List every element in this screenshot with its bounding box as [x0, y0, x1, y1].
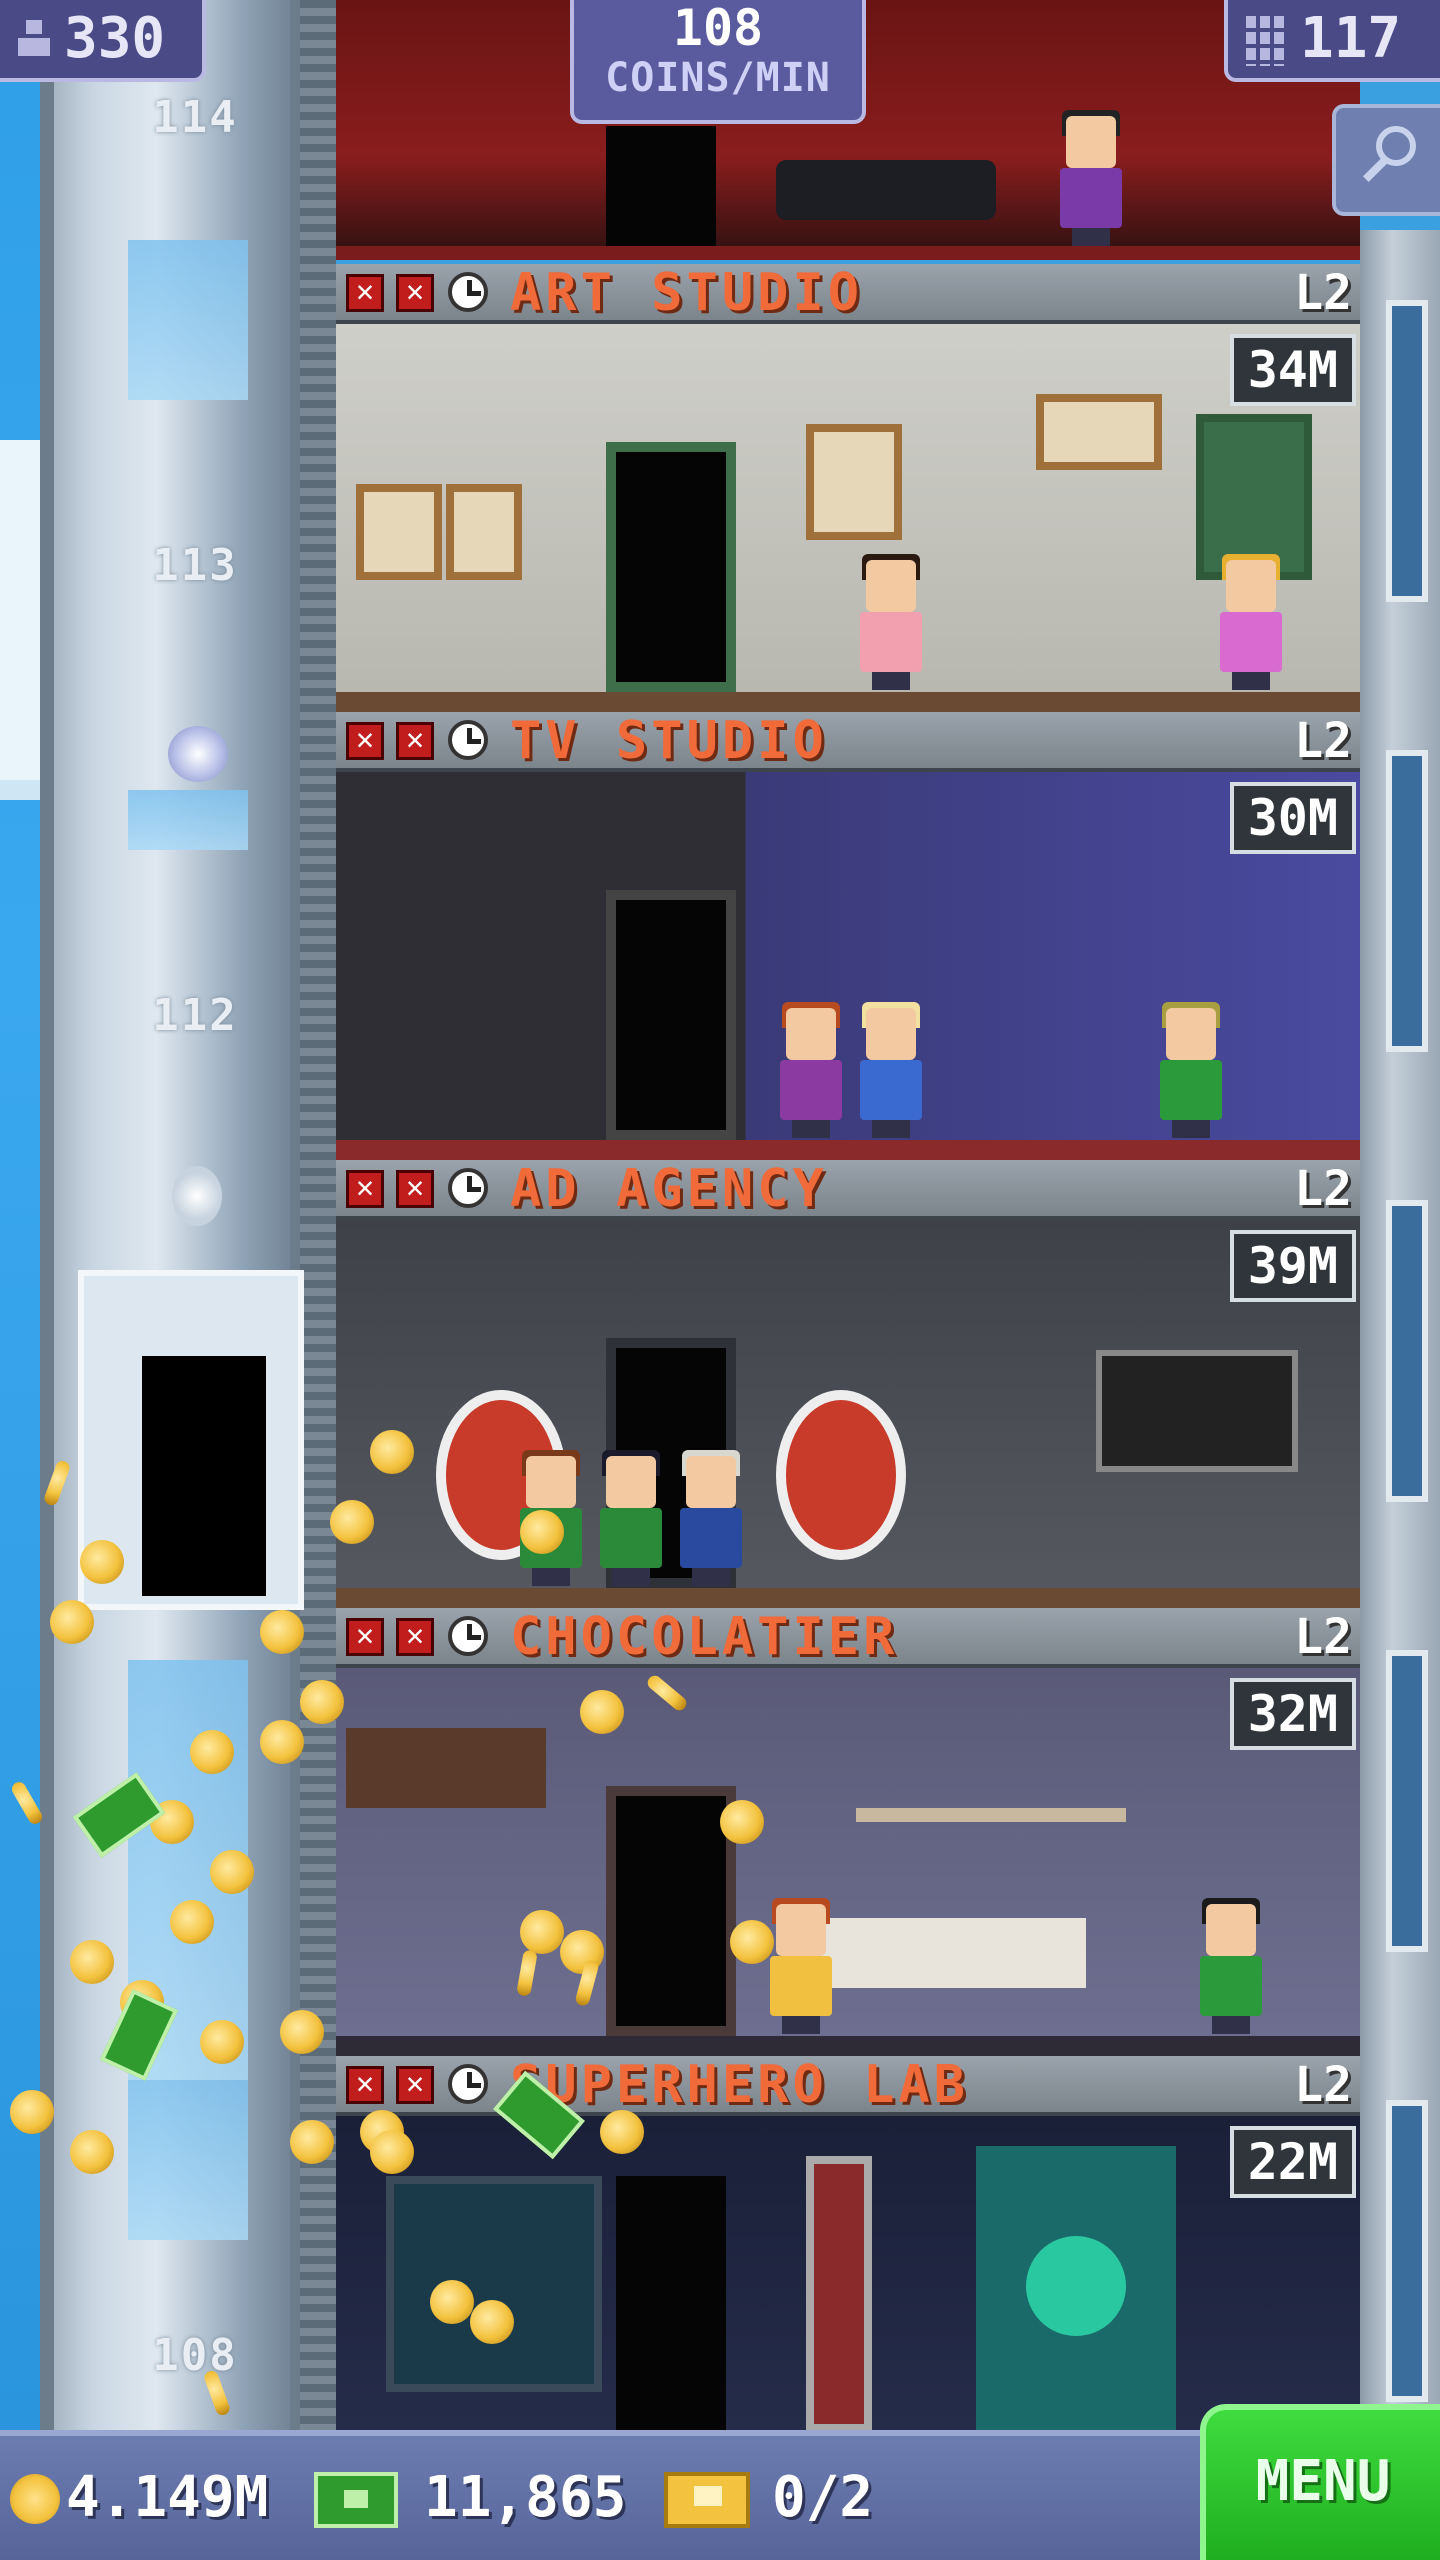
- stock-x-icon: ✕: [396, 1170, 434, 1208]
- floor-header: ✕ ✕ CHOCOLATIER L2: [336, 1608, 1360, 1668]
- stock-x-icon: ✕: [346, 1170, 384, 1208]
- floor-ad-agency[interactable]: ✕ ✕ AD AGENCY L2 39M: [336, 1160, 1360, 1608]
- floor-superhero-lab[interactable]: ✕ ✕ SUPERHERO LAB L2 22M: [336, 2056, 1360, 2430]
- floor-level: L2: [1294, 1161, 1352, 1217]
- coin-icon: [10, 2474, 60, 2524]
- stock-x-icon: ✕: [346, 1618, 384, 1656]
- floor-name: AD AGENCY: [510, 1160, 828, 1219]
- floor-number: 108: [152, 2330, 238, 2381]
- building-edge: [1360, 230, 1440, 2430]
- stock-x-icon: ✕: [396, 2066, 434, 2104]
- ticket-icon: [664, 2472, 750, 2528]
- floors-count-value: 117: [1300, 6, 1402, 71]
- floor-level: L2: [1294, 265, 1352, 321]
- bux-value: 11,865: [424, 2465, 627, 2530]
- stock-x-icon: ✕: [346, 274, 384, 312]
- floor-header: ✕ ✕ SUPERHERO LAB L2: [336, 2056, 1360, 2116]
- population-display[interactable]: 330: [0, 0, 206, 82]
- floor-value: 39M: [1229, 1230, 1356, 1302]
- clock-icon: [448, 2064, 488, 2104]
- coins-per-min-value: 108: [672, 0, 764, 57]
- coins-per-min-label: COINS/MIN: [605, 55, 831, 101]
- room-superhero-lab[interactable]: [336, 2116, 1360, 2430]
- floor-tv-studio[interactable]: ✕ ✕ TV STUDIO L2 30M: [336, 712, 1360, 1160]
- clock-icon: [448, 1616, 488, 1656]
- room-art-studio[interactable]: [336, 324, 1360, 712]
- floor-chocolatier[interactable]: ✕ ✕ CHOCOLATIER L2 32M: [336, 1608, 1360, 2056]
- room-chocolatier[interactable]: [336, 1668, 1360, 2056]
- floor-name: SUPERHERO LAB: [510, 2056, 969, 2115]
- floor-level: L2: [1294, 2057, 1352, 2113]
- floor-value: 22M: [1229, 2126, 1356, 2198]
- stock-x-icon: ✕: [346, 2066, 384, 2104]
- floor-value: 34M: [1229, 334, 1356, 406]
- floor-number: 114: [152, 92, 238, 143]
- menu-button[interactable]: MENU: [1200, 2404, 1440, 2560]
- floor-level: L2: [1294, 713, 1352, 769]
- floor-value: 32M: [1229, 1678, 1356, 1750]
- star-icon: [168, 726, 228, 782]
- coins-value: 4.149M: [66, 2465, 269, 2530]
- elevator-door: [142, 1356, 266, 1596]
- floor-name: CHOCOLATIER: [510, 1608, 899, 1667]
- stock-x-icon: ✕: [396, 722, 434, 760]
- floor-header: ✕ ✕ TV STUDIO L2: [336, 712, 1360, 772]
- clock-icon: [448, 720, 488, 760]
- shaft-track: [300, 0, 336, 2430]
- stock-x-icon: ✕: [396, 274, 434, 312]
- bux-icon: [314, 2472, 398, 2528]
- elevator-lamp-icon: [172, 1166, 222, 1226]
- floor-art-studio[interactable]: ✕ ✕ ART STUDIO L2 34M: [336, 264, 1360, 712]
- floor-number: 113: [152, 540, 238, 591]
- tickets-value: 0/2: [772, 2465, 874, 2530]
- stock-x-icon: ✕: [346, 722, 384, 760]
- floors-icon: [1246, 16, 1286, 66]
- clock-icon: [448, 1168, 488, 1208]
- floors-count-display[interactable]: 117: [1224, 0, 1440, 82]
- room-ad-agency[interactable]: [336, 1220, 1360, 1608]
- coins-per-min-display[interactable]: 108 COINS/MIN: [570, 0, 866, 124]
- floor-level: L2: [1294, 1609, 1352, 1665]
- room-tv-studio[interactable]: [336, 772, 1360, 1160]
- clock-icon: [448, 272, 488, 312]
- floor-header: ✕ ✕ AD AGENCY L2: [336, 1160, 1360, 1220]
- sky: [0, 0, 40, 2430]
- floor-value: 30M: [1229, 782, 1356, 854]
- population-value: 330: [64, 6, 166, 71]
- search-button[interactable]: [1332, 104, 1440, 216]
- floor-number: 112: [152, 990, 238, 1041]
- population-icon: [18, 20, 50, 56]
- search-icon-handle: [1362, 157, 1388, 183]
- stock-x-icon: ✕: [396, 1618, 434, 1656]
- floor-header: ✕ ✕ ART STUDIO L2: [336, 264, 1360, 324]
- floor-name: ART STUDIO: [510, 264, 864, 323]
- floor-name: TV STUDIO: [510, 712, 828, 771]
